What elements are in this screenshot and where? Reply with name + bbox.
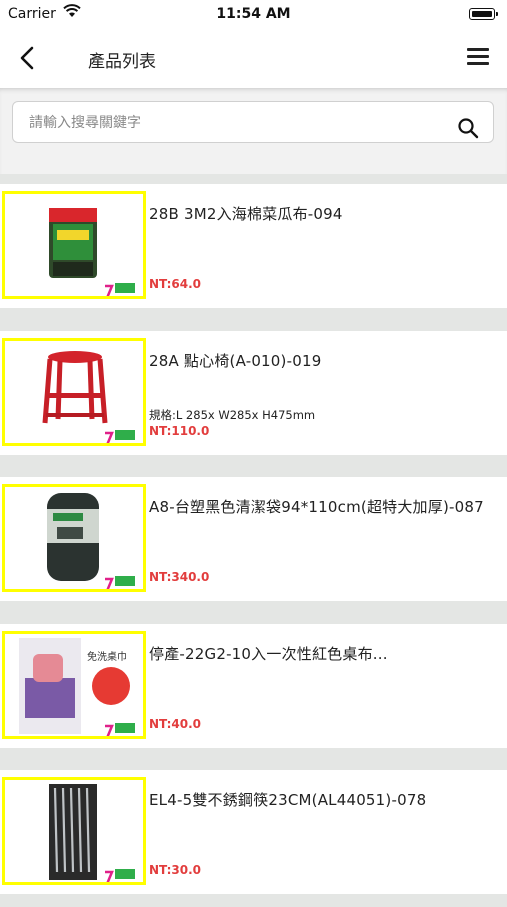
product-card[interactable]: 28B 3M2入海棉菜瓜布-094 NT:64.0: [0, 184, 507, 308]
product-thumbnail[interactable]: [2, 484, 146, 592]
product-name: 28A 點心椅(A-010)-019: [149, 351, 322, 370]
back-chevron-icon[interactable]: [14, 44, 42, 72]
product-price: NT:40.0: [149, 716, 201, 731]
sponge-product-image: [49, 208, 97, 278]
product-name: EL4-5雙不銹鋼筷23CM(AL44051)-078: [149, 791, 427, 809]
store-logo-icon: [105, 869, 135, 882]
product-card[interactable]: 免洗桌巾 停產-22G2-10入一次性紅色桌布... NT:40.0: [0, 623, 507, 748]
product-item[interactable]: A8-台塑黑色清潔袋94*110cm(超特大加厚)-087 NT:340.0: [0, 467, 507, 614]
product-price: NT:110.0: [149, 423, 210, 438]
store-logo-icon: [105, 722, 135, 736]
search-box: [12, 101, 494, 144]
tablecloth-tag-label: 免洗桌巾: [87, 651, 127, 663]
product-list: 28B 3M2入海棉菜瓜布-094 NT:64.0 28A 點心椅(A-010)…: [0, 174, 507, 907]
hamburger-menu-icon[interactable]: [467, 48, 489, 66]
product-thumbnail[interactable]: [2, 777, 146, 885]
store-logo-icon: [105, 429, 135, 443]
battery-icon: [469, 8, 498, 20]
status-bar: Carrier 11:54 AM: [0, 0, 507, 28]
store-logo-icon: [105, 576, 135, 589]
nav-bar: 產品列表: [0, 28, 507, 88]
status-time: 11:54 AM: [216, 6, 291, 22]
product-thumbnail[interactable]: [2, 191, 146, 299]
page-title: 產品列表: [88, 52, 156, 72]
product-card[interactable]: A8-台塑黑色清潔袋94*110cm(超特大加厚)-087 NT:340.0: [0, 477, 507, 601]
product-price: NT:64.0: [149, 277, 201, 291]
product-price: NT:340.0: [149, 570, 210, 584]
stool-product-image: [42, 350, 108, 423]
product-name: 停產-22G2-10入一次性紅色桌布...: [149, 644, 388, 663]
search-area: [0, 88, 507, 174]
chopsticks-product-image: [49, 784, 97, 880]
garbage-bag-product-image: [47, 493, 99, 581]
product-card[interactable]: EL4-5雙不銹鋼筷23CM(AL44051)-078 NT:30.0: [0, 770, 507, 894]
product-item[interactable]: EL4-5雙不銹鋼筷23CM(AL44051)-078 NT:30.0: [0, 760, 507, 907]
store-logo-icon: [105, 283, 135, 296]
product-card[interactable]: 28A 點心椅(A-010)-019 規格:L 285x W285x H475m…: [0, 330, 507, 455]
search-input[interactable]: [27, 102, 431, 144]
product-spec: 規格:L 285x W285x H475mm: [149, 407, 316, 422]
search-icon[interactable]: [457, 117, 479, 139]
product-thumbnail[interactable]: 免洗桌巾: [2, 630, 146, 739]
product-name: 28B 3M2入海棉菜瓜布-094: [149, 205, 343, 223]
product-price: NT:30.0: [149, 863, 201, 877]
product-item[interactable]: 28A 點心椅(A-010)-019 規格:L 285x W285x H475m…: [0, 320, 507, 467]
product-name: A8-台塑黑色清潔袋94*110cm(超特大加厚)-087: [149, 498, 484, 516]
product-item[interactable]: 免洗桌巾 停產-22G2-10入一次性紅色桌布... NT:40.0: [0, 613, 507, 760]
product-item[interactable]: 28B 3M2入海棉菜瓜布-094 NT:64.0: [0, 174, 507, 321]
product-thumbnail[interactable]: [2, 337, 146, 446]
